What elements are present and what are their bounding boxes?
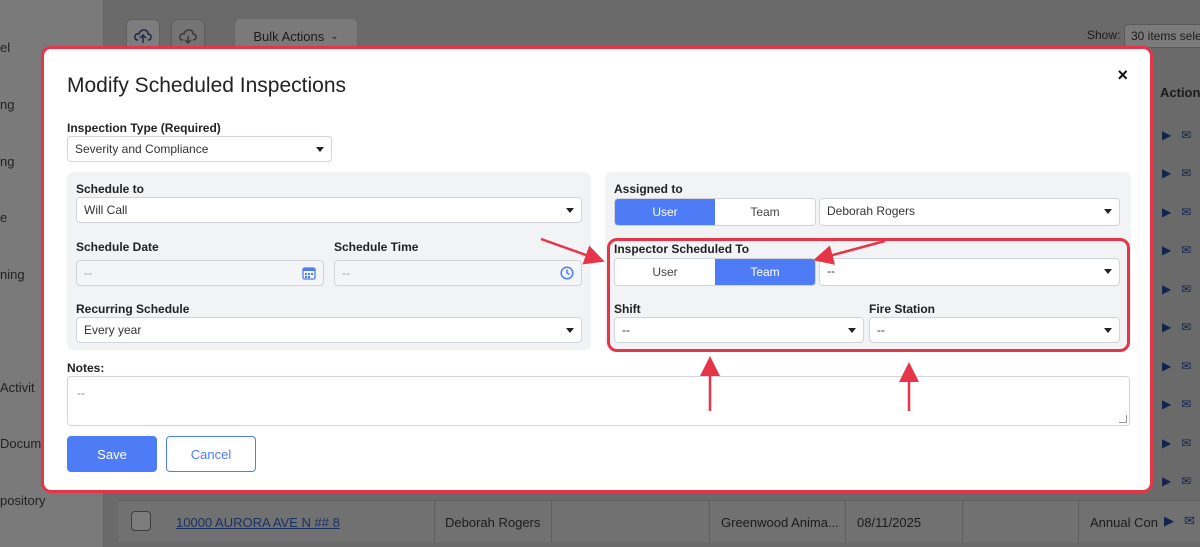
mail-icon: ✉ (1181, 436, 1192, 450)
mail-icon: ✉ (1181, 320, 1192, 334)
row-actions: ▶ ✉ (1162, 320, 1191, 334)
sidebar-item: Docum (0, 436, 42, 451)
play-icon: ▶ (1162, 282, 1172, 296)
schedule-to-value: Will Call (84, 203, 128, 217)
cancel-button[interactable]: Cancel (166, 436, 256, 472)
schedule-to-label: Schedule to (76, 182, 145, 196)
caret-down-icon (566, 208, 574, 213)
schedule-date-placeholder: -- (84, 266, 92, 280)
caret-down-icon (566, 328, 574, 333)
mail-icon: ✉ (1181, 397, 1192, 411)
row-actions: ▶ ✉ (1162, 128, 1191, 142)
assigned-to-value: Deborah Rogers (827, 204, 916, 218)
recurring-select[interactable]: Every year (76, 317, 582, 343)
table-row: 10000 AURORA AVE N ## 8 Deborah Rogers G… (118, 500, 1200, 543)
row-actions: ▶ ✉ (1162, 397, 1191, 411)
chevron-down-icon: ⌄ (330, 30, 339, 42)
facility-cell: Greenwood Anima... (721, 515, 839, 530)
actions-column-header: Action (1160, 85, 1200, 100)
calendar-icon (302, 267, 316, 280)
resize-grip-icon[interactable] (1119, 415, 1127, 423)
row-checkbox (131, 511, 151, 531)
notes-placeholder: -- (77, 386, 85, 400)
inspector-cell: Deborah Rogers (445, 515, 541, 530)
assigned-to-toggle: User Team (614, 198, 816, 226)
row-actions: ▶ ✉ (1162, 436, 1191, 450)
sidebar-item: ng (0, 154, 15, 169)
mail-icon: ✉ (1181, 243, 1192, 257)
sidebar-item: ng (0, 97, 15, 112)
annotation-highlight-box (607, 238, 1130, 352)
play-icon: ▶ (1162, 128, 1172, 142)
play-icon: ▶ (1162, 320, 1172, 334)
mail-icon: ✉ (1181, 128, 1192, 142)
play-icon: ▶ (1164, 513, 1174, 528)
sidebar-item: Activit (0, 380, 35, 395)
play-icon: ▶ (1162, 359, 1172, 373)
recurring-label: Recurring Schedule (76, 302, 190, 316)
inspection-type-value: Severity and Compliance (75, 142, 209, 156)
sidebar-item: pository (0, 493, 46, 508)
play-icon: ▶ (1162, 166, 1172, 180)
date-cell: 08/11/2025 (857, 515, 922, 530)
sidebar-item: ning (0, 267, 25, 282)
show-label: Show: (1087, 28, 1121, 42)
row-actions: ▶ ✉ (1162, 243, 1191, 257)
schedule-time-input[interactable]: -- (334, 260, 582, 286)
sidebar-item: e (0, 210, 8, 225)
clock-icon (560, 266, 574, 280)
sidebar-item: el (0, 40, 11, 55)
schedule-date-input[interactable]: -- (76, 260, 324, 286)
close-icon[interactable]: × (1117, 65, 1128, 86)
play-icon: ▶ (1162, 436, 1172, 450)
mail-icon: ✉ (1181, 166, 1192, 180)
inspection-type-select[interactable]: Severity and Compliance (67, 136, 332, 162)
schedule-to-select[interactable]: Will Call (76, 197, 582, 223)
modify-inspections-modal: × Modify Scheduled Inspections Inspectio… (41, 46, 1153, 493)
modal-title: Modify Scheduled Inspections (67, 74, 346, 97)
schedule-time-label: Schedule Time (334, 240, 419, 254)
row-actions: ▶ ✉ (1162, 474, 1191, 488)
play-icon: ▶ (1162, 243, 1172, 257)
assigned-to-select[interactable]: Deborah Rogers (819, 198, 1120, 226)
play-icon: ▶ (1162, 397, 1172, 411)
notes-label: Notes: (67, 361, 105, 375)
schedule-time-placeholder: -- (342, 266, 350, 280)
inspection-type-label: Inspection Type (Required) (67, 121, 221, 135)
mail-icon: ✉ (1181, 359, 1192, 373)
mail-icon: ✉ (1181, 474, 1192, 488)
items-per-page-select: 30 items sele (1124, 24, 1200, 48)
mail-icon: ✉ (1181, 205, 1192, 219)
caret-down-icon (1104, 209, 1112, 214)
recurring-value: Every year (84, 323, 142, 337)
schedule-panel: Schedule to Will Call Schedule Date -- S… (67, 172, 591, 350)
play-icon: ▶ (1162, 205, 1172, 219)
notes-textarea[interactable]: -- (67, 376, 1130, 426)
schedule-date-label: Schedule Date (76, 240, 159, 254)
inspection-type-cell: Annual Con (1090, 515, 1158, 530)
assigned-to-label: Assigned to (614, 182, 683, 196)
mail-icon: ✉ (1184, 513, 1195, 528)
row-actions: ▶ ✉ (1162, 359, 1191, 373)
row-actions: ▶ ✉ (1162, 166, 1191, 180)
play-icon: ▶ (1162, 474, 1172, 488)
row-actions: ▶ ✉ (1162, 282, 1191, 296)
address-link: 10000 AURORA AVE N ## 8 (176, 515, 340, 530)
assigned-team-option[interactable]: Team (715, 199, 815, 225)
caret-down-icon (316, 147, 324, 152)
row-actions: ▶ ✉ (1162, 205, 1191, 219)
assigned-user-option[interactable]: User (615, 199, 715, 225)
bulk-actions-label: Bulk Actions (253, 28, 325, 44)
mail-icon: ✉ (1181, 282, 1192, 296)
save-button[interactable]: Save (67, 436, 157, 472)
